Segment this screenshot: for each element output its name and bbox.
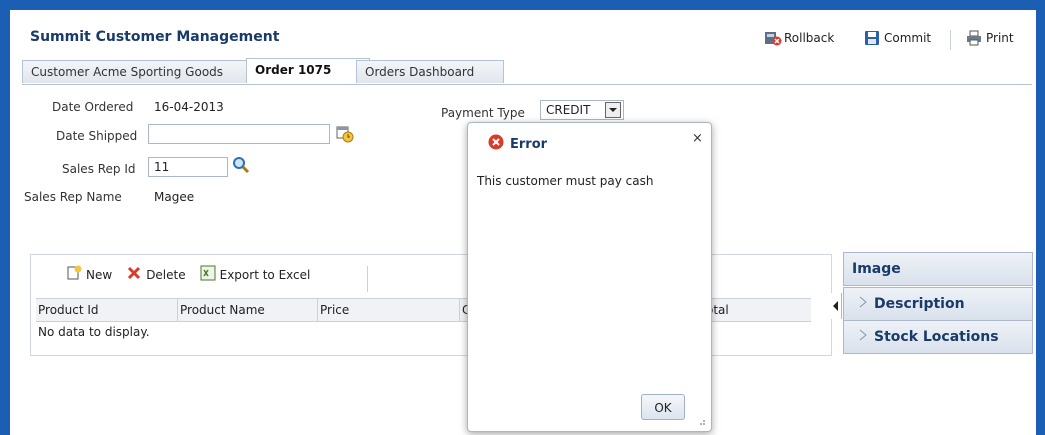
print-label: Print: [986, 31, 1014, 45]
chevron-right-icon: [858, 296, 868, 312]
sales-rep-name-label: Sales Rep Name: [24, 190, 122, 204]
new-label: New: [86, 267, 113, 282]
dialog-title: Error: [488, 134, 547, 154]
accordion-image[interactable]: Image: [843, 252, 1033, 286]
new-icon: [66, 265, 82, 284]
ok-button[interactable]: OK: [641, 394, 685, 420]
date-ordered-value: 16-04-2013: [154, 100, 224, 114]
tab-underline: [22, 84, 1032, 85]
delete-icon: [126, 265, 142, 284]
new-button[interactable]: New: [66, 265, 112, 284]
items-toolbar-end: [367, 266, 368, 292]
accordion-image-label: Image: [852, 261, 901, 277]
empty-table-message: No data to display.: [38, 325, 150, 339]
column-product-id[interactable]: Product Id: [36, 299, 178, 321]
commit-label: Commit: [884, 31, 932, 45]
accordion-stock-locations[interactable]: Stock Locations: [843, 320, 1033, 354]
accordion-description[interactable]: Description: [843, 287, 1033, 321]
export-button[interactable]: Export to Excel: [200, 265, 311, 284]
toolbar-divider: [950, 30, 951, 50]
column-product-name[interactable]: Product Name: [178, 299, 318, 321]
excel-icon: [200, 265, 216, 284]
calendar-icon[interactable]: [336, 125, 354, 143]
accordion-description-label: Description: [874, 296, 965, 312]
sales-rep-id-label: Sales Rep Id: [62, 162, 136, 176]
error-dialog: Error × This customer must pay cash OK: [467, 122, 712, 432]
delete-label: Delete: [146, 267, 186, 282]
tab-orders-dashboard[interactable]: Orders Dashboard: [356, 60, 504, 83]
commit-button[interactable]: Commit: [864, 30, 931, 46]
payment-type-label: Payment Type: [441, 106, 525, 120]
sales-rep-name-value: Magee: [154, 190, 195, 204]
rollback-label: Rollback: [784, 31, 835, 45]
window-right-border: [1036, 0, 1045, 435]
date-ordered-label: Date Ordered: [52, 100, 134, 114]
items-toolbar: New Delete Export to Excel: [36, 265, 324, 284]
chevron-right-icon: [858, 329, 868, 345]
tab-dashboard-label: Orders Dashboard: [365, 65, 475, 79]
tab-customer[interactable]: Customer Acme Sporting Goods: [22, 60, 258, 83]
printer-icon: [966, 30, 982, 46]
print-button[interactable]: Print: [966, 30, 1014, 46]
export-label: Export to Excel: [219, 267, 311, 282]
sales-rep-id-input[interactable]: 11: [148, 157, 228, 177]
accordion-stock-label: Stock Locations: [874, 329, 999, 345]
resize-grip-icon[interactable]: [694, 414, 706, 426]
date-shipped-input[interactable]: [148, 124, 330, 144]
rollback-button[interactable]: Rollback: [764, 30, 834, 46]
tab-order[interactable]: Order 1075: [246, 58, 370, 83]
dialog-message: This customer must pay cash: [477, 174, 654, 188]
search-icon[interactable]: [232, 156, 250, 174]
payment-type-select[interactable]: CREDIT: [540, 100, 624, 120]
save-icon: [864, 30, 880, 46]
panel-splitter[interactable]: [830, 293, 842, 319]
payment-type-value: CREDIT: [546, 103, 591, 117]
tab-order-label: Order 1075: [255, 63, 332, 77]
delete-button[interactable]: Delete: [126, 265, 186, 284]
dialog-title-text: Error: [510, 136, 548, 152]
close-icon[interactable]: ×: [692, 131, 703, 146]
column-price[interactable]: Price: [318, 299, 460, 321]
column-total[interactable]: otal: [700, 299, 811, 321]
rollback-icon: [764, 30, 782, 46]
window-left-border: [0, 0, 10, 435]
chevron-left-icon: [833, 293, 842, 319]
chevron-down-icon[interactable]: [605, 102, 621, 118]
error-icon: [488, 134, 504, 154]
tab-customer-label: Customer Acme Sporting Goods: [31, 65, 224, 79]
window-top-border: [0, 0, 1045, 10]
app-title: Summit Customer Management: [30, 29, 280, 45]
date-shipped-label: Date Shipped: [56, 129, 138, 143]
